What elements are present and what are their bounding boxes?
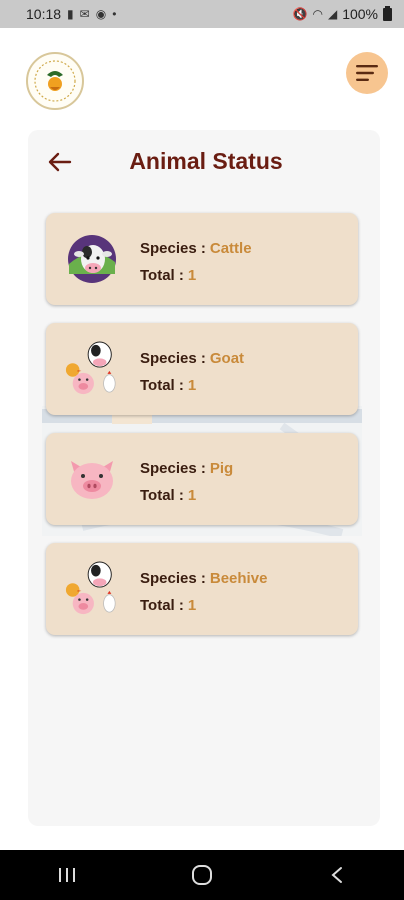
app-logo[interactable] <box>26 52 84 110</box>
farm-animals-icon <box>64 341 120 397</box>
dot-icon: • <box>112 7 117 21</box>
status-right: 🔇 ◠ ◢ 100% <box>292 5 392 22</box>
system-nav-bar <box>0 850 404 900</box>
total-label: Total : <box>140 377 184 394</box>
wifi-icon: ◠ <box>312 7 323 21</box>
mute-icon: 🔇 <box>292 7 308 21</box>
card-details: Species : Cattle Total :1 <box>140 235 252 289</box>
back-arrow-icon <box>48 152 72 172</box>
gmail-icon: ▮ <box>67 7 74 21</box>
home-icon <box>191 865 212 885</box>
battery-percent: 100% <box>342 6 378 22</box>
recent-apps-icon <box>59 868 76 882</box>
species-value: Cattle <box>209 240 252 257</box>
back-icon <box>331 867 342 883</box>
status-bar: 10:18 ▮ ✉ ◉ • 🔇 ◠ ◢ 100% <box>0 0 404 28</box>
total-value: 1 <box>187 267 197 284</box>
battery-icon <box>383 5 392 21</box>
farm-animals-icon <box>64 561 120 617</box>
animal-card[interactable]: Species : Cattle Total :1 <box>46 213 358 305</box>
status-left: 10:18 ▮ ✉ ◉ • <box>26 6 116 22</box>
mail-icon: ✉ <box>79 7 90 21</box>
total-label: Total : <box>140 267 184 284</box>
animal-card[interactable]: Species : Goat Total :1 <box>46 323 358 415</box>
status-time: 10:18 <box>26 6 62 22</box>
total-label: Total : <box>140 597 184 614</box>
card-details: Species : Beehive Total :1 <box>140 565 267 619</box>
logo-icon <box>34 60 76 102</box>
species-label: Species : <box>140 350 206 367</box>
total-value: 1 <box>187 377 197 394</box>
menu-button[interactable] <box>346 52 388 94</box>
total-value: 1 <box>187 597 197 614</box>
page-title: Animal Status <box>129 148 283 174</box>
species-label: Species : <box>140 570 206 587</box>
record-icon: ◉ <box>95 7 107 21</box>
total-label: Total : <box>140 487 184 504</box>
app-header <box>0 28 404 128</box>
animal-status-panel: Animal Status Species :Cattle Total :1 <box>28 130 380 826</box>
species-label: Species : <box>140 240 206 257</box>
species-value: Pig <box>209 460 234 477</box>
menu-icon <box>356 65 378 81</box>
animal-card[interactable]: Species : Pig Total :1 <box>46 433 358 525</box>
card-details: Species : Pig Total :1 <box>140 455 233 509</box>
pig-icon <box>64 451 120 507</box>
recent-apps-button[interactable] <box>47 855 87 895</box>
nav-back-button[interactable] <box>317 855 357 895</box>
cattle-icon <box>64 231 120 287</box>
back-button[interactable] <box>46 148 74 176</box>
card-details: Species : Goat Total :1 <box>140 345 244 399</box>
home-button[interactable] <box>182 855 222 895</box>
species-label: Species : <box>140 460 206 477</box>
total-value: 1 <box>187 487 197 504</box>
animal-card[interactable]: Species : Beehive Total :1 <box>46 543 358 635</box>
signal-icon: ◢ <box>327 7 338 21</box>
species-value: Beehive <box>209 570 268 587</box>
species-value: Goat <box>209 350 245 367</box>
